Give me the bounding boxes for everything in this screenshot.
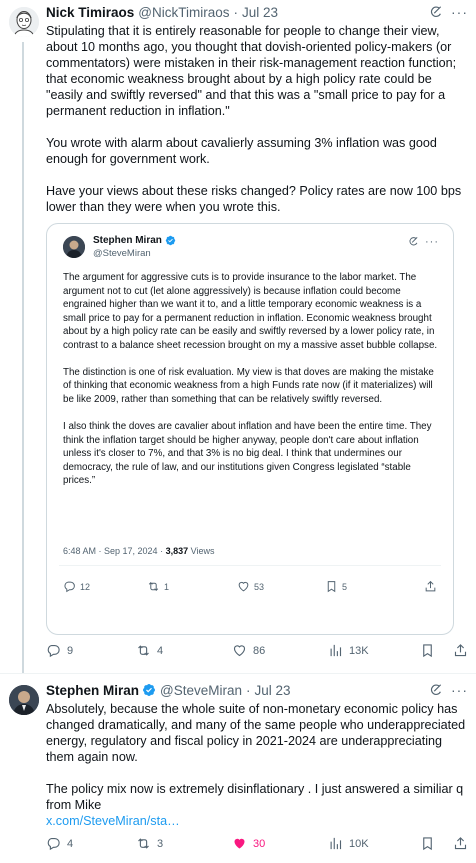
tweet-paragraph: Stipulating that it is entirely reasonab… xyxy=(46,24,457,118)
tweet-link[interactable]: x.com/SteveMiran/sta… xyxy=(46,813,470,829)
repost-button[interactable]: 3 xyxy=(136,836,163,851)
like-button[interactable]: 86 xyxy=(232,643,265,658)
tweet-action-bar: 4 3 30 10K xyxy=(46,836,468,854)
repost-count: 3 xyxy=(157,837,164,850)
views-icon xyxy=(328,643,343,658)
repost-count: 4 xyxy=(157,644,164,657)
share-icon xyxy=(424,580,437,593)
tweet-date[interactable]: Jul 23 xyxy=(255,683,291,698)
author-handle[interactable]: @NickTimiraos xyxy=(138,5,229,20)
repost-button[interactable]: 1 xyxy=(147,580,169,593)
quoted-author-handle[interactable]: @SteveMiran xyxy=(93,248,151,259)
repost-button[interactable]: 4 xyxy=(136,643,163,658)
bookmark-button[interactable]: 5 xyxy=(325,580,347,593)
tweet-text: Absolutely, because the whole suite of n… xyxy=(46,701,470,829)
tweet-paragraph: The policy mix now is extremely disinfla… xyxy=(46,782,464,812)
tweet-action-bar: 9 4 86 13K xyxy=(46,643,468,661)
reply-icon xyxy=(46,836,61,851)
author-handle[interactable]: @SteveMiran xyxy=(160,683,242,698)
quoted-paragraph: The argument for aggressive cuts is to p… xyxy=(63,272,438,351)
avatar[interactable] xyxy=(9,685,39,715)
like-icon xyxy=(237,580,250,593)
like-count: 86 xyxy=(253,644,266,657)
tweet-header: Stephen Miran @SteveMiran · Jul 23 ··· xyxy=(46,681,468,699)
timestamp-text: 6:48 AM · Sep 17, 2024 · xyxy=(63,546,166,556)
quoted-avatar[interactable] xyxy=(63,236,85,258)
views-label: Views xyxy=(188,546,215,556)
reply-icon xyxy=(46,643,61,658)
quoted-action-bar: 12 1 53 5 xyxy=(63,580,437,596)
quoted-tweet-text: The argument for aggressive cuts is to p… xyxy=(63,271,441,488)
views-count: 3,837 xyxy=(165,546,189,556)
repost-icon xyxy=(136,836,151,851)
views-count: 13K xyxy=(349,644,369,657)
verified-badge-icon xyxy=(165,235,176,246)
share-button[interactable] xyxy=(453,836,468,851)
thread-connector-line xyxy=(22,42,24,673)
quoted-paragraph: The distinction is one of risk evaluatio… xyxy=(63,366,434,405)
tweet-text: Stipulating that it is entirely reasonab… xyxy=(46,23,470,215)
quoted-author-name[interactable]: Stephen Miran xyxy=(93,235,162,246)
views-button[interactable]: 13K xyxy=(328,643,369,658)
reply-button[interactable]: 12 xyxy=(63,580,90,593)
bookmark-icon xyxy=(420,836,435,851)
reply-count: 12 xyxy=(80,581,91,592)
tweet-nick-timiraos[interactable]: Nick Timiraos @NickTimiraos · Jul 23 ···… xyxy=(0,0,476,673)
separator-dot: · xyxy=(246,682,251,698)
like-button[interactable]: 30 xyxy=(232,836,265,851)
tweet-header: Nick Timiraos @NickTimiraos · Jul 23 ··· xyxy=(46,3,468,21)
quoted-paragraph: I also think the doves are cavalier abou… xyxy=(63,421,432,487)
bookmark-count: 5 xyxy=(342,581,348,592)
avatar-photo-icon xyxy=(63,236,85,258)
grok-icon[interactable] xyxy=(429,683,443,697)
share-icon xyxy=(453,836,468,851)
grok-icon[interactable] xyxy=(429,5,443,19)
author-name[interactable]: Nick Timiraos xyxy=(46,5,134,20)
reply-count: 4 xyxy=(67,837,74,850)
repost-icon xyxy=(147,580,160,593)
views-button[interactable]: 10K xyxy=(328,836,369,851)
reply-button[interactable]: 9 xyxy=(46,643,73,658)
quoted-author[interactable]: Stephen Miran xyxy=(93,235,176,246)
tweet-stephen-miran[interactable]: Stephen Miran @SteveMiran · Jul 23 ··· A… xyxy=(0,673,476,863)
share-icon xyxy=(453,643,468,658)
avatar-sketch-icon xyxy=(9,7,39,37)
avatar[interactable] xyxy=(9,7,39,37)
tweet-paragraph: Absolutely, because the whole suite of n… xyxy=(46,702,466,764)
tweet-date[interactable]: Jul 23 xyxy=(242,5,278,20)
bookmark-button[interactable] xyxy=(420,643,435,658)
like-icon xyxy=(232,836,247,851)
like-button[interactable]: 53 xyxy=(237,580,264,593)
reply-count: 9 xyxy=(67,644,74,657)
views-icon xyxy=(328,836,343,851)
reply-button[interactable]: 4 xyxy=(46,836,73,851)
separator-dot: · xyxy=(233,4,239,20)
views-count: 10K xyxy=(349,837,369,850)
share-button[interactable] xyxy=(453,643,468,658)
like-icon xyxy=(232,643,247,658)
bookmark-icon xyxy=(420,643,435,658)
more-icon[interactable]: ··· xyxy=(451,683,468,697)
divider xyxy=(59,565,441,566)
more-icon[interactable]: ··· xyxy=(451,5,468,19)
grok-icon[interactable] xyxy=(408,236,419,247)
tweet-paragraph: Have your views about these risks change… xyxy=(46,184,462,214)
more-icon[interactable]: ··· xyxy=(425,236,439,247)
like-count: 30 xyxy=(253,837,266,850)
quoted-tweet[interactable]: Stephen Miran @SteveMiran ··· The argume… xyxy=(46,223,454,635)
repost-icon xyxy=(136,643,151,658)
repost-count: 1 xyxy=(164,581,170,592)
verified-badge-icon xyxy=(142,683,156,697)
tweet-paragraph: You wrote with alarm about cavalierly as… xyxy=(46,136,437,166)
share-button[interactable] xyxy=(424,580,437,593)
like-count: 53 xyxy=(254,581,265,592)
bookmark-icon xyxy=(325,580,338,593)
quoted-timestamp[interactable]: 6:48 AM · Sep 17, 2024 · 3,837 Views xyxy=(63,546,214,556)
bookmark-button[interactable] xyxy=(420,836,435,851)
avatar-photo-icon xyxy=(9,685,39,715)
author-name[interactable]: Stephen Miran xyxy=(46,683,139,698)
reply-icon xyxy=(63,580,76,593)
